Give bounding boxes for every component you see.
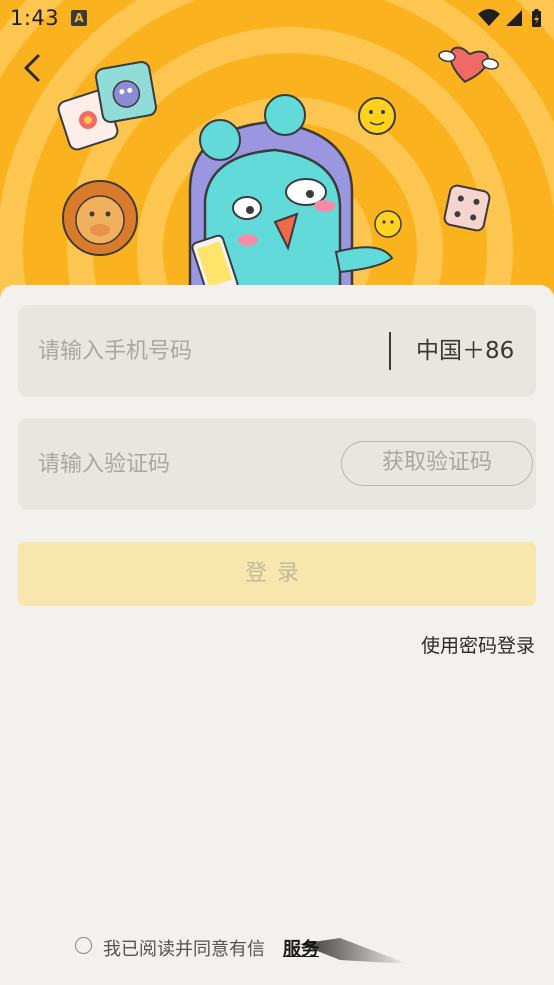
login-button[interactable]: 登录 [18, 542, 536, 606]
verification-code-input[interactable] [38, 418, 338, 510]
hero-illustration [0, 0, 554, 310]
verification-code-field: 获取验证码 [18, 418, 536, 510]
status-bar: 1:43 A [0, 0, 554, 36]
agreement-text: 我已阅读并同意有信 [103, 939, 265, 960]
notification-icon: A [71, 10, 87, 26]
get-code-button[interactable]: 获取验证码 [341, 441, 533, 486]
agreement-checkbox[interactable] [75, 937, 92, 954]
phone-input[interactable] [38, 305, 378, 397]
login-screen: 1:43 A 请输入手机号码 中国＋86 请输入验证码 获取验证码 登录 使用密… [0, 0, 554, 985]
chevron-left-icon [24, 54, 40, 82]
signal-icon [506, 10, 522, 26]
lion-icon [62, 180, 138, 256]
phone-field: 中国＋86 [18, 305, 536, 397]
wifi-icon [478, 9, 500, 26]
motion-blur-overlay [300, 938, 408, 964]
bird-card-icon [94, 60, 158, 124]
dice-icon [443, 184, 491, 232]
status-time: 1:43 [10, 6, 60, 30]
hero-artwork [0, 0, 554, 310]
country-code-selector[interactable]: 中国＋86 [416, 305, 514, 397]
smiley-icon [358, 97, 396, 135]
battery-icon [532, 9, 541, 27]
field-divider [389, 332, 391, 370]
password-login-link[interactable]: 使用密码登录 [421, 631, 535, 658]
login-form-card: 中国＋86 获取验证码 登录 使用密码登录 [0, 285, 554, 985]
small-face-icon [374, 210, 402, 238]
back-button[interactable] [14, 48, 54, 88]
status-icons [476, 6, 548, 30]
